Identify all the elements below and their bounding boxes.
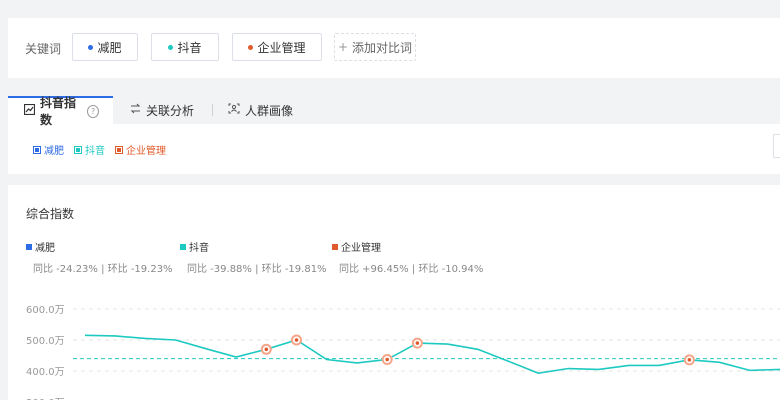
link-swap-icon [130,103,141,117]
composite-index-line-chart[interactable]: 600.0万500.0万400.0万300.0万 [8,185,780,400]
keyword-chip-label: 抖音 [177,40,202,55]
person-scan-icon [228,103,240,117]
keyword-label: 关键词 [25,42,62,56]
event-marker-dot [687,358,692,362]
question-circle-icon[interactable]: ? [87,104,99,118]
tab-label: 抖音指数 [40,96,77,127]
legend-label: 企业管理 [126,146,166,157]
y-tick-label: 500.0万 [26,336,65,347]
keyword-chip-jianfei[interactable]: 减肥 [72,33,138,61]
tab-douyin-index[interactable]: 抖音指数 ? [8,96,113,127]
keyword-color-dot [168,44,174,50]
legend-item-qiyeguanli[interactable]: 企业管理 [115,142,166,157]
checkbox-icon [115,145,123,154]
tab-audience-profile[interactable]: 人群画像 [228,96,293,124]
date-picker-edge[interactable] [773,134,780,158]
checkbox-icon [33,145,41,154]
keyword-panel: 关键词 减肥 抖音 企业管理 + 添加对比词 [8,18,780,78]
add-compare-label: 添加对比词 [352,40,413,55]
event-marker-dot [264,347,269,352]
legend-label: 减肥 [44,146,64,157]
keyword-legend: 减肥 抖音 企业管理 [33,142,176,157]
series-line-douyin [84,334,780,374]
tab-related-analysis[interactable]: 关联分析 [130,96,194,124]
trend-chart-icon [23,103,36,118]
tab-bar: 抖音指数 ? 关联分析 人群画像 [8,96,780,127]
legend-item-jianfei[interactable]: 减肥 [33,142,64,157]
checkbox-icon [74,145,82,154]
tab-label: 人群画像 [245,103,294,118]
keyword-chip-label: 减肥 [97,40,122,55]
add-compare-keyword-button[interactable]: + 添加对比词 [334,33,416,61]
event-marker-dot [385,357,389,362]
keyword-chip-douyin[interactable]: 抖音 [151,33,219,61]
legend-item-douyin[interactable]: 抖音 [74,142,105,157]
y-tick-label: 600.0万 [26,305,65,316]
tab-divider [212,104,213,116]
legend-label: 抖音 [85,146,105,157]
plus-icon: + [337,40,349,54]
tab-label: 关联分析 [146,103,195,118]
keyword-color-dot [88,44,94,50]
keyword-chip-label: 企业管理 [257,40,306,55]
event-marker-dot [294,338,299,342]
keyword-color-dot [248,44,254,50]
keyword-chip-qiyeguanli[interactable]: 企业管理 [232,33,322,61]
y-tick-label: 400.0万 [26,367,65,378]
event-marker-dot [415,341,420,345]
composite-index-panel: 综合指数 减肥 同比 -24.23% | 环比 -19.23% 抖音 同比 -3… [8,185,780,400]
analysis-tabs-panel: 抖音指数 ? 关联分析 人群画像 减肥 抖音 企业管理 [8,96,780,174]
